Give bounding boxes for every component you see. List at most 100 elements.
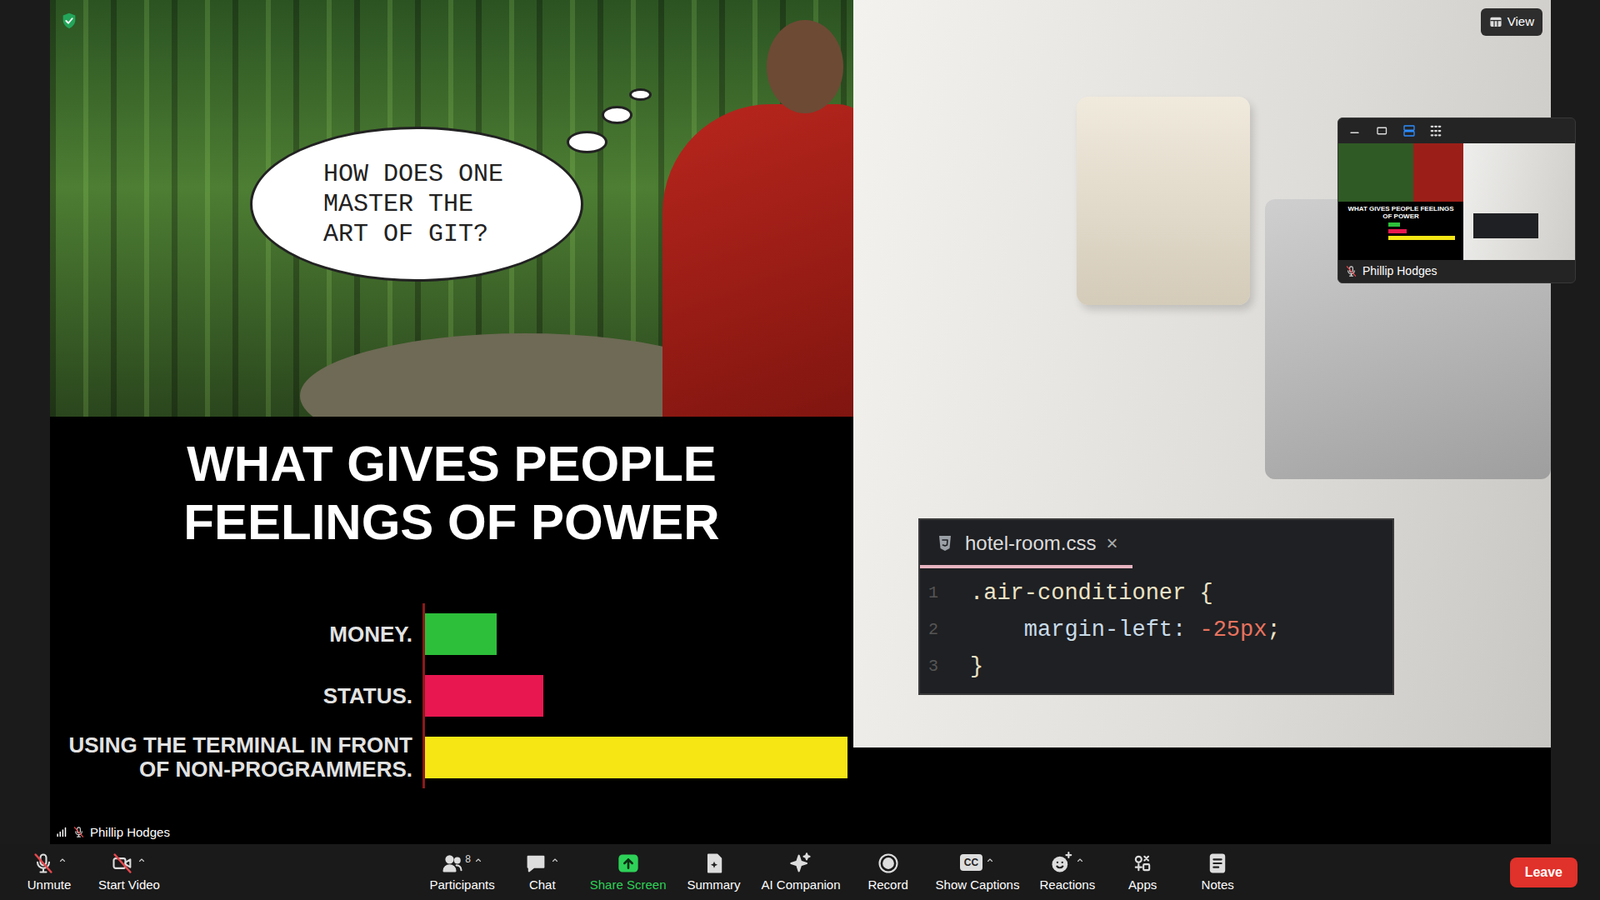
meeting-toolbar: Unmute Start Video 8 Participants Chat Share …: [0, 844, 1600, 900]
toolbar-label: Record: [867, 877, 908, 893]
chart-bar: [425, 613, 497, 655]
toolbar-label: Reactions: [1039, 877, 1095, 893]
view-button[interactable]: View: [1480, 8, 1543, 36]
captions-button[interactable]: CCShow Captions: [930, 850, 1025, 895]
code-token: margin-left:: [970, 613, 1200, 648]
meeting-stage: HOW DOES ONE MASTER THE ART OF GIT? WHAT …: [0, 0, 1600, 845]
shared-screen: HOW DOES ONE MASTER THE ART OF GIT?WHAT …: [50, 0, 1551, 845]
menu-caret-icon[interactable]: [473, 855, 484, 865]
thought-dot: [601, 105, 633, 125]
stacked-view-icon[interactable]: [1401, 123, 1417, 139]
line-number: 1: [920, 580, 970, 606]
toolbar-label: Apps: [1128, 877, 1157, 893]
menu-caret-icon[interactable]: [550, 855, 560, 865]
toolbar-label: Share Screen: [590, 877, 667, 893]
toolbar-label: Notes: [1201, 877, 1235, 893]
bubble-text: HOW DOES ONE MASTER THE ART OF GIT?: [323, 159, 510, 250]
toolbar-icon-row: [31, 851, 68, 875]
tab-close: ×: [1105, 528, 1118, 559]
chart-row: STATUS.: [50, 665, 854, 727]
bar-fill: [425, 613, 497, 655]
toolbar-label: Unmute: [27, 877, 72, 893]
chat-button[interactable]: Chat: [510, 850, 575, 895]
video-button[interactable]: Start Video: [93, 850, 165, 895]
monk-head-shape: [766, 20, 844, 114]
layout-icon: [1489, 15, 1503, 29]
toolbar-icon-row: [616, 851, 640, 875]
summary-button[interactable]: Summary: [681, 850, 747, 895]
line-number: 2: [920, 617, 970, 643]
chart-bar: [425, 675, 544, 717]
share-icon: [616, 851, 640, 875]
apps-icon: [1130, 851, 1155, 875]
bar-track: [422, 726, 848, 789]
air-conditioner-shape: [1076, 96, 1250, 305]
mic-icon: [31, 851, 55, 875]
tab-name: hotel-room.css: [965, 528, 1096, 559]
monk-shape: [662, 104, 854, 417]
toolbar-icon-row: [1205, 851, 1230, 875]
participants-button[interactable]: 8 Participants: [424, 850, 500, 895]
code-line: 1.air-conditioner {: [920, 575, 1393, 612]
thought-dot: [629, 88, 652, 101]
summary-icon: [702, 851, 726, 875]
mic-button[interactable]: Unmute: [16, 850, 82, 895]
security-shield-icon[interactable]: [60, 11, 79, 30]
mini-editor: [1473, 213, 1539, 239]
code-token: -25px: [1199, 613, 1267, 648]
view-label: View: [1507, 12, 1535, 32]
participant-count: 8: [465, 851, 471, 867]
menu-caret-icon[interactable]: [57, 855, 68, 865]
participants-icon: [440, 851, 465, 875]
reactions-icon: [1049, 851, 1073, 875]
code-token: ;: [1266, 613, 1280, 648]
muted-mic-icon: [72, 825, 85, 839]
css-file-icon: [935, 533, 955, 554]
mini-bar: [1388, 222, 1400, 227]
muted-mic-icon: [1345, 265, 1358, 278]
reactions-button[interactable]: Reactions: [1034, 850, 1100, 895]
meme-left-panel: HOW DOES ONE MASTER THE ART OF GIT?WHAT …: [50, 0, 854, 845]
toolbar-icon-row: CC: [960, 851, 995, 875]
code-line: 2 margin-left: -25px;: [920, 611, 1393, 649]
signal-icon: [55, 825, 68, 839]
editor-tab: hotel-room.css ×: [920, 520, 1133, 569]
ai-button[interactable]: AI Companion: [756, 850, 846, 895]
thought-bubble: HOW DOES ONE MASTER THE ART OF GIT?: [250, 126, 584, 282]
toolbar-icon-row: [702, 851, 726, 875]
grid-view-icon[interactable]: [1428, 123, 1444, 139]
share-button[interactable]: Share Screen: [585, 850, 672, 895]
toolbar-label: Participants: [429, 877, 495, 893]
participant-name: Phillip Hodges: [1362, 262, 1438, 280]
participant-name: Phillip Hodges: [90, 823, 170, 843]
apps-button[interactable]: Apps: [1110, 850, 1175, 895]
toolbar-icon-row: [524, 851, 560, 875]
leave-button[interactable]: Leave: [1510, 857, 1578, 888]
menu-caret-icon[interactable]: [1075, 855, 1085, 865]
video-icon: [110, 851, 135, 875]
toolbar-icon-row: [1130, 851, 1155, 875]
mini-forest-photo: [1338, 143, 1464, 202]
single-view-icon[interactable]: [1375, 123, 1390, 139]
bar-label: STATUS.: [50, 665, 423, 727]
mini-bar: [1388, 229, 1407, 234]
record-button[interactable]: Record: [855, 850, 921, 895]
toolbar-label: Chat: [529, 877, 556, 893]
audio-video-controls: Unmute Start Video: [16, 850, 165, 895]
menu-caret-icon[interactable]: [136, 855, 147, 865]
floating-thumbnail[interactable]: WHAT GIVES PEOPLE FEELINGS OF POWERPhill…: [1337, 117, 1576, 284]
toolbar-label: AI Companion: [761, 877, 841, 893]
bar-fill: [425, 736, 848, 779]
bar-label: MONEY.: [50, 603, 423, 665]
menu-caret-icon[interactable]: [985, 855, 995, 865]
bar-chart: MONEY.STATUS.USING THE TERMINAL IN FRONT…: [50, 603, 854, 789]
record-icon: [876, 851, 900, 875]
hotel-room-photo: hotel-room.css×1.air-conditioner {2 marg…: [853, 0, 1551, 748]
meeting-controls: 8 Participants Chat Share Screen Summary AI C…: [165, 850, 1510, 895]
minimize-view-icon[interactable]: [1348, 123, 1364, 139]
code-body: 1.air-conditioner {2 margin-left: -25px;…: [920, 568, 1393, 694]
captions-badge: CC: [960, 854, 983, 871]
toolbar-icon-row: 8: [440, 851, 484, 875]
thumbnail-name-label: Phillip Hodges: [1338, 260, 1575, 283]
notes-button[interactable]: Notes: [1185, 850, 1250, 895]
